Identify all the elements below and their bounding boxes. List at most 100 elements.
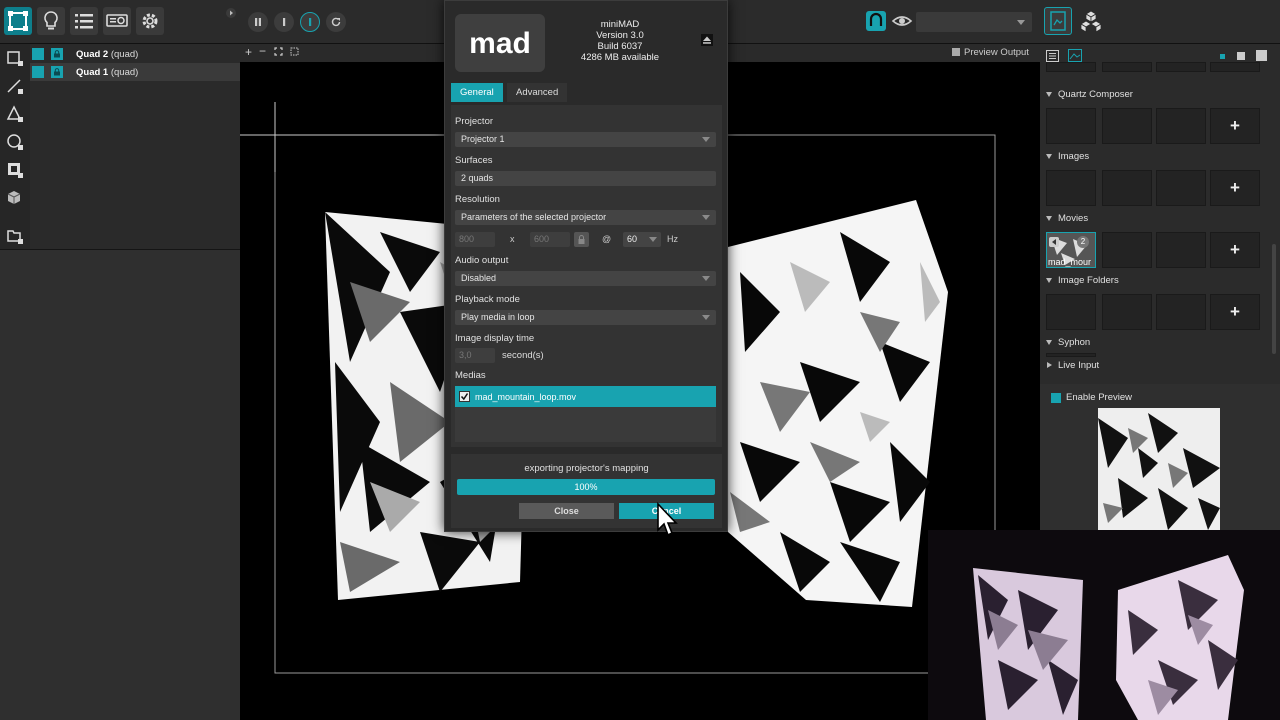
output-preview-overlay (928, 530, 1280, 720)
media-slot[interactable] (1046, 62, 1096, 72)
media-slot[interactable] (1156, 232, 1206, 268)
media-slot[interactable] (1046, 294, 1096, 330)
output-dropdown[interactable] (916, 12, 1032, 32)
preview-output-checkbox[interactable] (952, 48, 960, 56)
enable-preview-label: Enable Preview (1066, 392, 1133, 403)
add-circle-icon[interactable] (5, 132, 25, 152)
add-quad-icon[interactable] (5, 48, 25, 68)
add-image-button[interactable]: + (1210, 170, 1260, 206)
image-time-unit: second(s) (502, 350, 544, 361)
small-size-icon[interactable] (1220, 54, 1225, 59)
logo-text: mad (469, 27, 531, 60)
audio-output-select[interactable]: Disabled (455, 271, 716, 286)
surfaces-mode-icon[interactable] (4, 7, 32, 35)
lock-ratio-icon[interactable] (574, 232, 589, 247)
zoom-out-icon[interactable]: − (259, 44, 266, 58)
media-slot[interactable] (1102, 170, 1152, 206)
media-slot[interactable] (1156, 108, 1206, 144)
section-movies[interactable]: Movies (1040, 211, 1280, 227)
projector-select[interactable]: Projector 1 (455, 132, 716, 147)
medium-size-icon[interactable] (1237, 52, 1245, 60)
media-slot[interactable] (1156, 62, 1206, 72)
list-view-icon[interactable] (1046, 50, 1059, 62)
gear-icon[interactable] (136, 7, 164, 35)
resolution-select[interactable]: Parameters of the selected projector (455, 210, 716, 225)
visibility-checkbox[interactable] (32, 48, 44, 60)
eye-icon[interactable] (891, 11, 913, 31)
add-folder-button[interactable]: + (1210, 294, 1260, 330)
fit-icon[interactable] (274, 47, 283, 56)
res-unit-label: Hz (667, 234, 678, 244)
tab-general[interactable]: General (451, 83, 503, 102)
media-list-item[interactable]: mad_mountain_loop.mov (455, 386, 716, 407)
frame-icon[interactable] (290, 47, 299, 56)
projector-icon[interactable] (103, 7, 131, 35)
surfaces-label: Surfaces (455, 155, 493, 166)
thumbnail-view-icon[interactable] (1068, 49, 1082, 62)
playback-mode-select[interactable]: Play media in loop (455, 310, 716, 325)
surface-label: Quad 1 (quad) (76, 66, 139, 78)
add-quartz-button[interactable]: + (1210, 108, 1260, 144)
image-time-field[interactable]: 3,0 (455, 348, 495, 363)
refresh-rate-select[interactable]: 60 (623, 232, 661, 247)
section-image-folders[interactable]: Image Folders (1040, 273, 1280, 289)
export-dialog: mad miniMAD Version 3.0 Build 6037 4286 … (444, 0, 728, 532)
export-status: exporting projector's mapping (524, 463, 649, 474)
play-button[interactable] (300, 12, 320, 32)
media-slot[interactable] (1102, 108, 1152, 144)
movie-thumb-label: mad_mour (1048, 257, 1092, 267)
preview-output-label: Preview Output (964, 47, 1029, 58)
surface-label: Quad 2 (quad) (76, 48, 139, 60)
movie-prev-icon[interactable] (1049, 237, 1059, 247)
close-button[interactable]: Close (519, 503, 614, 519)
add-line-icon[interactable] (5, 76, 25, 96)
media-scrollbar[interactable] (1272, 244, 1276, 354)
media-slot[interactable] (1102, 232, 1152, 268)
enable-preview-checkbox[interactable] (1051, 393, 1061, 403)
section-quartz-composer[interactable]: Quartz Composer (1040, 87, 1280, 103)
surfaces-list: Quad 2 (quad) Quad 1 (quad) (30, 44, 240, 249)
quad-2-surface (728, 200, 948, 607)
list-icon[interactable] (70, 7, 98, 35)
section-syphon[interactable]: Syphon (1040, 335, 1280, 351)
movie-thumbnail[interactable]: 2 mad_mour (1046, 232, 1096, 268)
media-slot[interactable] (1046, 353, 1096, 357)
media-slot[interactable] (1156, 170, 1206, 206)
res-width-field[interactable]: 800 (455, 232, 495, 247)
surface-row-quad-1[interactable]: Quad 1 (quad) (30, 63, 240, 81)
add-3d-object-icon[interactable] (5, 188, 25, 208)
section-live-input[interactable]: Live Input (1040, 358, 1280, 374)
lock-icon[interactable] (51, 66, 63, 78)
media-library-icon[interactable] (1044, 7, 1072, 35)
section-images[interactable]: Images (1040, 149, 1280, 165)
media-slot[interactable] (1210, 62, 1260, 72)
media-slot[interactable] (1156, 294, 1206, 330)
media-checkbox[interactable] (459, 391, 470, 402)
media-slot[interactable] (1046, 108, 1096, 144)
large-size-icon[interactable] (1256, 50, 1267, 61)
lightbulb-icon[interactable] (37, 7, 65, 35)
eject-icon[interactable] (701, 34, 713, 46)
res-height-field[interactable]: 600 (530, 232, 570, 247)
loop-button[interactable] (326, 12, 346, 32)
preview-panel: Enable Preview (1040, 384, 1280, 530)
surface-row-quad-2[interactable]: Quad 2 (quad) (30, 45, 240, 63)
add-group-icon[interactable] (5, 226, 25, 246)
mouse-cursor-icon (656, 502, 678, 538)
medias-label: Medias (455, 370, 486, 381)
stop-button[interactable] (274, 12, 294, 32)
add-triangle-icon[interactable] (5, 104, 25, 124)
media-slot[interactable] (1046, 170, 1096, 206)
expand-arrow-icon[interactable] (226, 8, 236, 18)
media-slot[interactable] (1102, 294, 1152, 330)
pause-button[interactable] (248, 12, 268, 32)
output-toggle-icon[interactable] (866, 11, 886, 31)
lock-icon[interactable] (51, 48, 63, 60)
add-movie-button[interactable]: + (1210, 232, 1260, 268)
media-slot[interactable] (1102, 62, 1152, 72)
cubes-icon[interactable] (1077, 7, 1105, 35)
add-mask-icon[interactable] (5, 160, 25, 180)
zoom-in-icon[interactable]: + (245, 45, 252, 59)
visibility-checkbox[interactable] (32, 66, 44, 78)
tab-advanced[interactable]: Advanced (507, 83, 568, 102)
